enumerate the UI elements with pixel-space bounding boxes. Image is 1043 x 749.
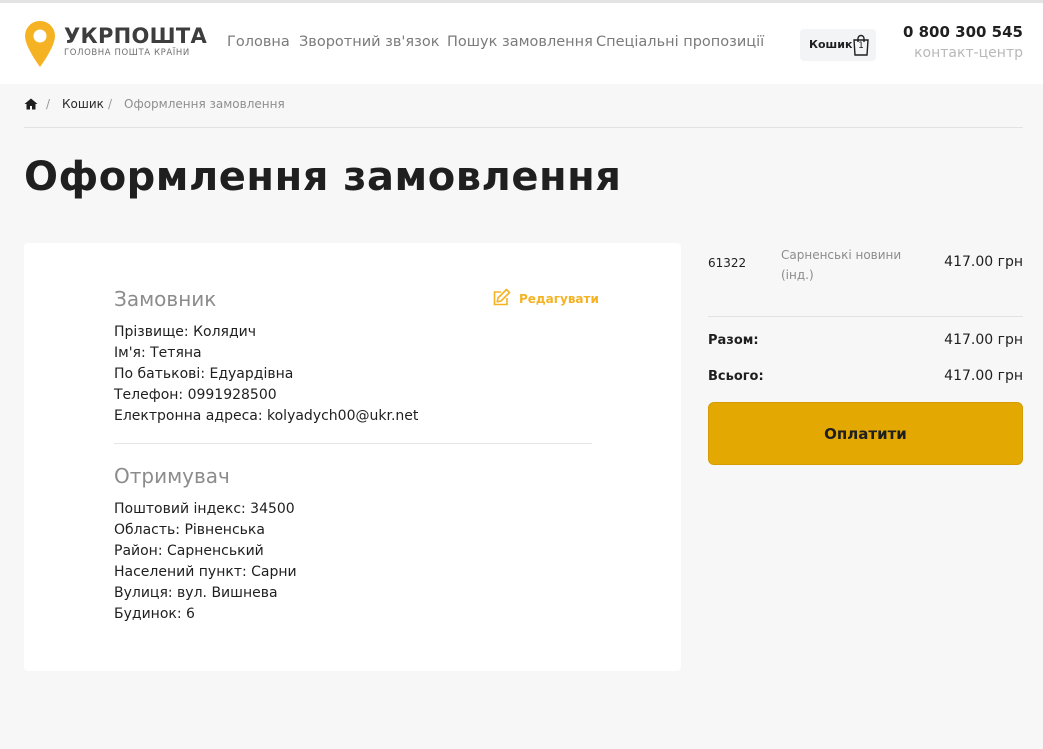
subtotal-label: Разом: xyxy=(708,333,759,348)
recipient-district: Район: Сарненський xyxy=(114,543,264,559)
customer-details: Прізвище: Колядич Ім'я: Тетяна По батько… xyxy=(114,322,418,427)
pay-button[interactable]: Оплатити xyxy=(708,402,1023,465)
customer-phone: Телефон: 0991928500 xyxy=(114,387,277,403)
order-details-card: Замовник Редагувати Прізвище: Колядич Ім… xyxy=(24,243,681,671)
nav-home[interactable]: Головна xyxy=(227,34,290,50)
brand-name: УКРПОШТА xyxy=(64,24,208,48)
phone-number[interactable]: 0 800 300 545 xyxy=(903,23,1023,41)
item-name: Сарненські новини (інд.) xyxy=(781,248,902,282)
site-header: УКРПОШТА ГОЛОВНА ПОШТА КРАЇНИ Головна Зв… xyxy=(0,3,1043,84)
breadcrumb-divider xyxy=(24,127,1023,128)
customer-email: Електронна адреса: kolyadych00@ukr.net xyxy=(114,408,419,424)
cart-button[interactable]: Кошик 1 xyxy=(800,29,876,61)
customer-first-name: Ім'я: Тетяна xyxy=(114,345,202,361)
contact-center-label: контакт-центр xyxy=(914,45,1023,61)
breadcrumb-separator: / xyxy=(46,97,51,111)
page-title: Оформлення замовлення xyxy=(24,154,622,200)
recipient-postal-code: Поштовий індекс: 34500 xyxy=(114,501,295,517)
subtotal-value: 417.00 грн xyxy=(944,332,1023,348)
customer-surname: Прізвище: Колядич xyxy=(114,324,256,340)
recipient-details: Поштовий індекс: 34500 Область: Рівненсь… xyxy=(114,499,297,625)
recipient-region: Область: Рівненська xyxy=(114,522,265,538)
breadcrumb-separator: / xyxy=(108,97,113,111)
item-price: 417.00 грн xyxy=(944,254,1023,270)
recipient-street: Вулиця: вул. Вишнева xyxy=(114,585,278,601)
total-value: 417.00 грн xyxy=(944,368,1023,384)
contact-info: 0 800 300 545 контакт-центр xyxy=(903,23,1023,61)
customer-section-title: Замовник xyxy=(114,287,217,311)
nav-feedback[interactable]: Зворотний зв'язок xyxy=(299,34,439,50)
section-divider xyxy=(114,443,592,444)
cart-count: 1 xyxy=(858,41,864,51)
recipient-section-title: Отримувач xyxy=(114,464,230,488)
location-pin-icon xyxy=(25,21,55,67)
nav-special-offers[interactable]: Спеціальні пропозиції xyxy=(596,34,764,50)
summary-divider xyxy=(708,316,1023,317)
cart-label: Кошик xyxy=(809,38,853,51)
home-icon[interactable] xyxy=(24,98,38,110)
recipient-settlement: Населений пункт: Сарни xyxy=(114,564,297,580)
total-label: Всього: xyxy=(708,369,764,384)
nav-order-search[interactable]: Пошук замовлення xyxy=(447,34,593,50)
breadcrumb-current: Оформлення замовлення xyxy=(124,97,285,111)
item-id: 61322 xyxy=(708,256,747,270)
edit-label: Редагувати xyxy=(519,292,599,306)
recipient-building: Будинок: 6 xyxy=(114,606,195,622)
customer-patronymic: По батькові: Едуардівна xyxy=(114,366,294,382)
brand-tagline: ГОЛОВНА ПОШТА КРАЇНИ xyxy=(64,48,190,58)
breadcrumb-cart[interactable]: Кошик xyxy=(62,97,104,111)
logo[interactable]: УКРПОШТА ГОЛОВНА ПОШТА КРАЇНИ xyxy=(24,20,208,70)
edit-icon xyxy=(493,288,511,306)
